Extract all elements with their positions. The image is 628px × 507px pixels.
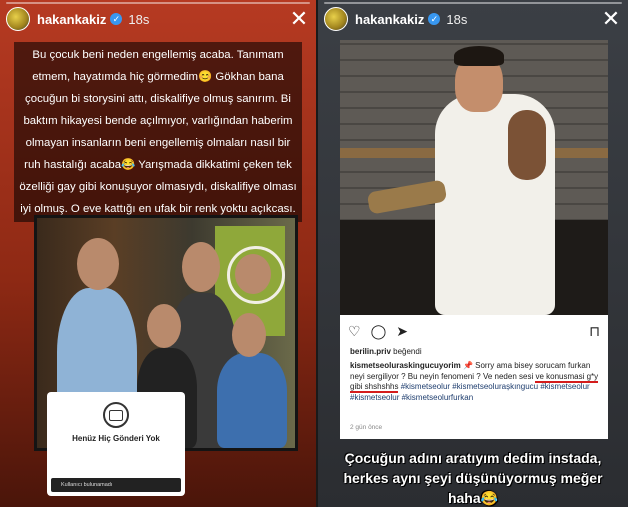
story-time: 18s [446,11,468,27]
highlight-circle [227,246,285,304]
avatar[interactable] [6,7,30,31]
close-icon[interactable]: ✕ [600,8,622,30]
post-photo [340,40,608,315]
man-hair [454,46,504,66]
story-text: Çocuğun adını aratıyım dedim instada, he… [343,450,603,506]
story-text: Bu çocuk beni neden engellemiş acaba. Ta… [14,42,302,222]
contestant-head [182,242,220,292]
user-not-found-bar: Kullanıcı bulunamadı [51,478,181,492]
comment-icon[interactable]: ◯ [371,323,387,340]
post-actions: ♡ ◯ ➤ ⊓ [348,323,600,339]
verified-badge-icon: ✓ [428,13,441,25]
story-progress-bar [6,2,310,4]
story-header: hakankakiz ✓ 18s ✕ [6,6,310,32]
verified-badge-icon: ✓ [110,13,123,25]
post-card: ♡ ◯ ➤ ⊓ berilin.priv beğendi kismetseolu… [340,315,608,439]
camera-icon [103,402,129,428]
story-header: hakankakiz ✓ 18s ✕ [324,6,622,32]
no-post-card: Henüz Hiç Gönderi Yok Kullanıcı bulunama… [47,392,185,496]
no-post-title: Henüz Hiç Gönderi Yok [72,434,160,443]
contestant-head [77,238,119,290]
username[interactable]: hakankakiz [355,12,424,27]
close-icon[interactable]: ✕ [288,8,310,30]
username[interactable]: hakankakiz [37,12,106,27]
heart-icon[interactable]: ♡ [348,323,361,340]
bookmark-icon[interactable]: ⊓ [589,323,600,340]
left-story-panel: hakankakiz ✓ 18s ✕ Bu çocuk beni neden e… [0,0,316,507]
caption-user[interactable]: kismetseoluraskingucuyorim [350,361,461,370]
tattooed-arm [508,110,546,180]
liked-by: berilin.priv beğendi [350,347,422,356]
story-time: 18s [128,11,150,27]
post-age: 2 gün önce [350,424,383,431]
avatar[interactable] [324,7,348,31]
right-story-panel: hakankakiz ✓ 18s ✕ ♡ ◯ ➤ ⊓ berilin.priv … [318,0,628,507]
contestant-head [232,313,266,357]
contestant-head [147,304,181,348]
liked-suffix: beğendi [390,347,422,356]
share-icon[interactable]: ➤ [396,323,408,340]
contestant-figure [217,353,287,448]
story-progress-bar [324,2,622,4]
post-caption: kismetseoluraskingucuyorim 📌 Sorry ama b… [350,361,602,403]
liked-by-user[interactable]: berilin.priv [350,347,391,356]
